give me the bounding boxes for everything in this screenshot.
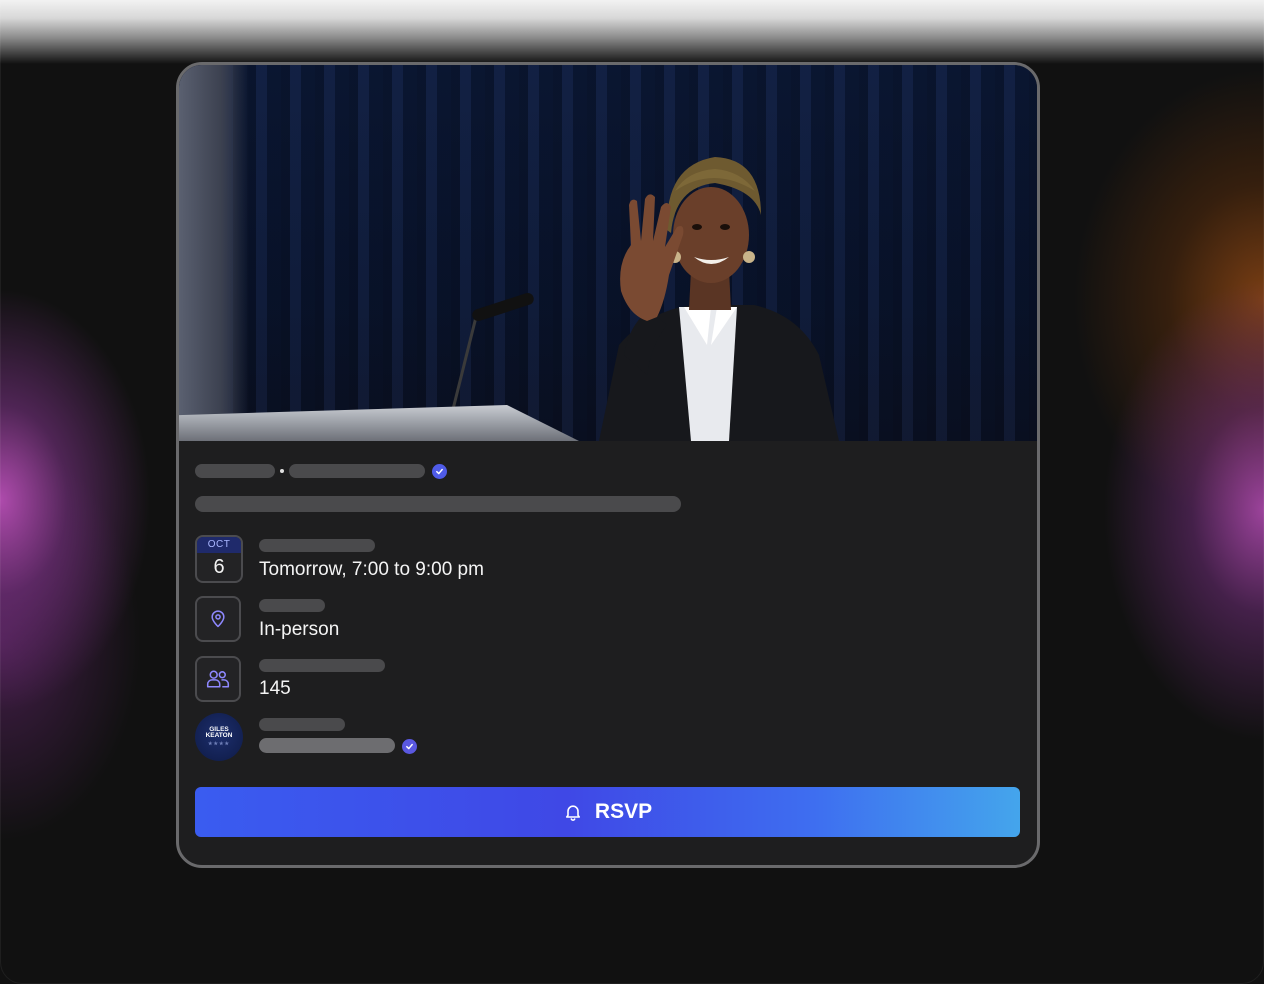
calendar-icon: OCT 6 [195,535,243,583]
skeleton-organizer-name[interactable] [259,738,395,753]
rsvp-label: RSVP [594,800,653,823]
skeleton-host-handle [289,464,425,478]
organizer-logo-stars: ★★★★ [208,741,230,747]
skeleton-event-title [195,496,681,512]
event-cover-image [179,65,1037,441]
organizer-logo-line2: KEATON [205,732,233,739]
verified-badge-icon [432,464,447,479]
cover-wall [179,65,249,441]
users-icon [206,670,230,688]
calendar-month: OCT [197,537,241,553]
skeleton-organizer-label [259,718,345,731]
map-pin-icon [211,610,225,628]
organizer-verified-badge-icon [402,739,417,754]
rsvp-button[interactable]: RSVP [195,787,1020,837]
organizer-logo[interactable]: GILES KEATON ★★★★ [195,713,243,761]
event-card[interactable]: OCT 6 Tomorrow, 7:00 to 9:00 pm In-perso… [176,62,1040,868]
bell-icon [565,805,580,821]
attendee-count: 145 [259,678,291,699]
event-location: In-person [259,619,340,640]
separator-dot [280,469,284,473]
skeleton-date-label [259,539,375,552]
skeleton-location-label [259,599,325,612]
event-time: Tomorrow, 7:00 to 9:00 pm [259,559,484,580]
skeleton-host-name [195,464,275,478]
calendar-day: 6 [213,556,225,578]
attendees-row-icon [195,656,241,702]
microphone-stand [451,314,478,409]
speaker-figure [599,157,839,441]
location-row-icon [195,596,241,642]
skeleton-attendees-label [259,659,385,672]
